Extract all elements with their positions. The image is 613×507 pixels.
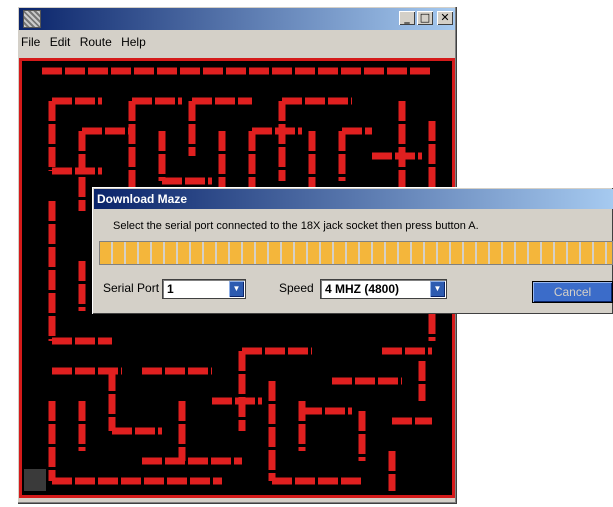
maze-app-icon[interactable]: [23, 10, 41, 28]
serial-port-label: Serial Port: [103, 281, 160, 295]
close-button[interactable]: ✕: [437, 11, 453, 25]
download-maze-dialog: Download Maze Select the serial port con…: [92, 187, 613, 314]
window-titlebar[interactable]: _ □ ✕: [19, 8, 455, 30]
menu-file[interactable]: File: [21, 32, 40, 52]
minimize-button[interactable]: _: [399, 11, 415, 25]
cancel-button[interactable]: Cancel: [532, 281, 613, 303]
speed-label: Speed: [279, 281, 314, 295]
menu-bar: File Edit Route Help: [21, 32, 152, 52]
dialog-message: Select the serial port connected to the …: [113, 220, 479, 232]
menu-route[interactable]: Route: [80, 32, 112, 52]
speed-select[interactable]: 4 MHZ (4800) ▼: [320, 279, 447, 299]
download-progress-bar: [99, 241, 613, 265]
chevron-down-icon[interactable]: ▼: [430, 281, 445, 297]
dialog-title[interactable]: Download Maze: [94, 189, 613, 209]
maximize-button[interactable]: □: [417, 11, 433, 25]
menu-help[interactable]: Help: [121, 32, 146, 52]
menu-edit[interactable]: Edit: [50, 32, 71, 52]
serial-port-select[interactable]: 1 ▼: [162, 279, 246, 299]
progress-fill: [100, 242, 612, 264]
serial-port-value: 1: [167, 282, 174, 296]
maze-start-cell: [24, 469, 46, 491]
chevron-down-icon[interactable]: ▼: [229, 281, 244, 297]
speed-value: 4 MHZ (4800): [325, 282, 400, 296]
